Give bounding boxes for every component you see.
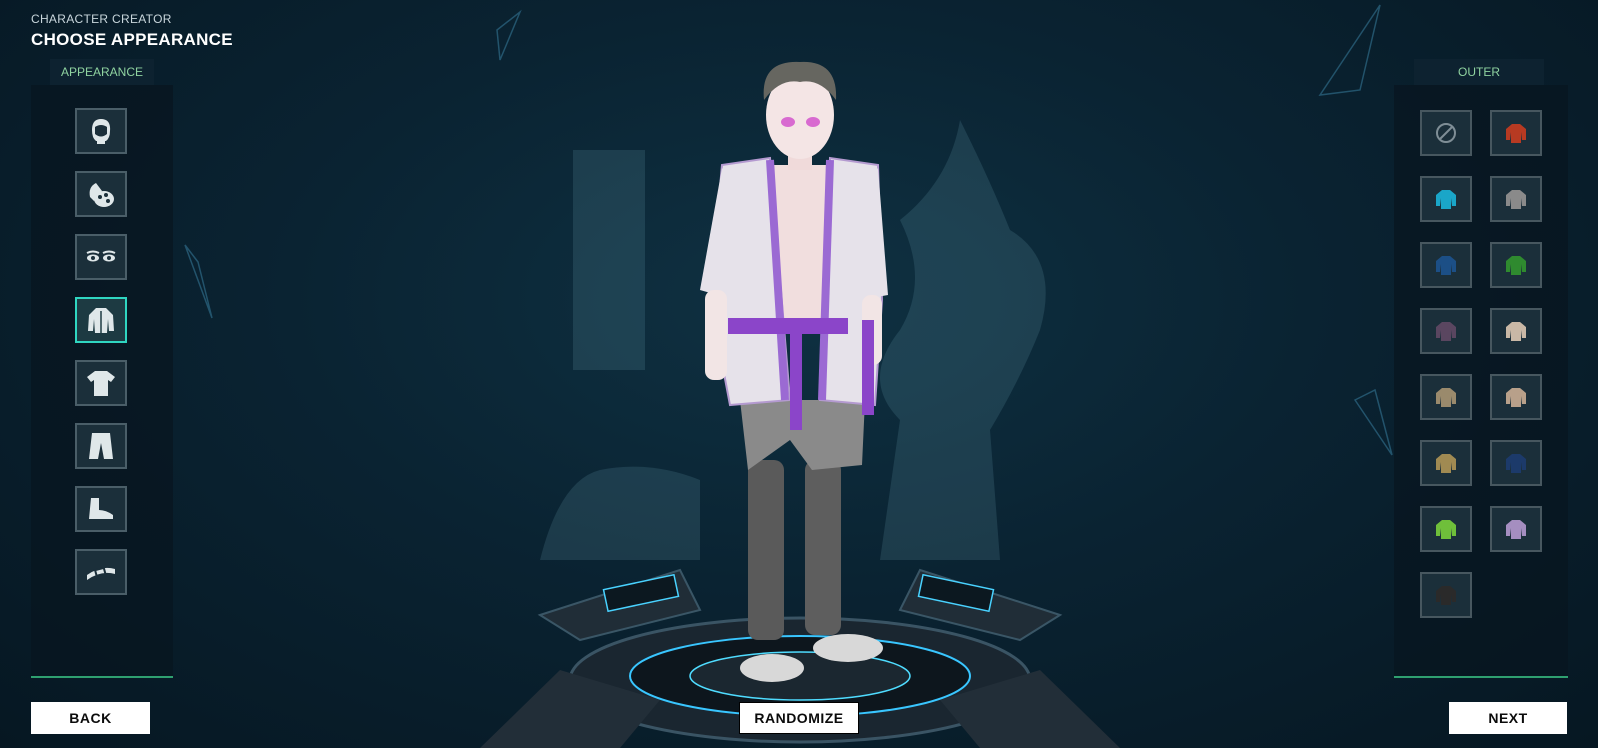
outer-item-slot[interactable] bbox=[1420, 374, 1472, 420]
jacket-icon bbox=[88, 308, 114, 333]
header-subtitle: CHARACTER CREATOR bbox=[31, 12, 172, 26]
outer-item-slot[interactable] bbox=[1420, 506, 1472, 552]
none-icon bbox=[1436, 123, 1456, 143]
head-hair-icon bbox=[92, 119, 111, 144]
jacket-swatch-icon bbox=[1436, 520, 1456, 539]
back-button[interactable]: BACK bbox=[31, 702, 150, 734]
belt-icon bbox=[87, 566, 115, 580]
eyes-icon bbox=[86, 250, 116, 262]
jacket-swatch-icon bbox=[1506, 322, 1526, 341]
category-outer-button[interactable] bbox=[75, 297, 127, 343]
shirt-icon bbox=[87, 371, 115, 396]
skin-palette-icon bbox=[89, 183, 114, 207]
jacket-swatch-icon bbox=[1506, 454, 1526, 473]
header: CHARACTER CREATOR CHOOSE APPEARANCE bbox=[31, 12, 233, 50]
shoes-icon bbox=[89, 498, 113, 519]
outer-tab: OUTER bbox=[1414, 59, 1544, 85]
next-button[interactable]: NEXT bbox=[1449, 702, 1567, 734]
category-belt-button[interactable] bbox=[75, 549, 127, 595]
pants-icon bbox=[89, 433, 113, 459]
outer-item-slot[interactable] bbox=[1490, 242, 1542, 288]
category-skin-button[interactable] bbox=[75, 171, 127, 217]
jacket-swatch-icon bbox=[1436, 388, 1456, 407]
outer-item-slot[interactable] bbox=[1490, 308, 1542, 354]
outer-item-panel bbox=[1394, 85, 1568, 678]
outer-item-slot[interactable] bbox=[1420, 440, 1472, 486]
outer-item-slot[interactable] bbox=[1420, 572, 1472, 618]
category-shoes-button[interactable] bbox=[75, 486, 127, 532]
page-title: CHOOSE APPEARANCE bbox=[31, 30, 233, 49]
character-model bbox=[700, 61, 888, 682]
jacket-swatch-icon bbox=[1436, 586, 1456, 605]
jacket-swatch-icon bbox=[1436, 190, 1456, 209]
jacket-swatch-icon bbox=[1506, 256, 1526, 275]
jacket-swatch-icon bbox=[1436, 322, 1456, 341]
randomize-button[interactable]: RANDOMIZE bbox=[739, 702, 859, 734]
outer-item-slot[interactable] bbox=[1490, 374, 1542, 420]
appearance-tab[interactable]: APPEARANCE bbox=[50, 59, 154, 85]
outer-item-slot[interactable] bbox=[1490, 440, 1542, 486]
jacket-swatch-icon bbox=[1506, 520, 1526, 539]
outer-item-slot[interactable] bbox=[1420, 242, 1472, 288]
outer-item-slot[interactable] bbox=[1490, 176, 1542, 222]
category-shirt-button[interactable] bbox=[75, 360, 127, 406]
jacket-swatch-icon bbox=[1506, 190, 1526, 209]
appearance-category-panel bbox=[31, 85, 173, 678]
jacket-swatch-icon bbox=[1436, 454, 1456, 473]
outer-item-slot[interactable] bbox=[1420, 110, 1472, 156]
jacket-swatch-icon bbox=[1436, 256, 1456, 275]
outer-item-slot[interactable] bbox=[1420, 176, 1472, 222]
category-eyes-button[interactable] bbox=[75, 234, 127, 280]
category-head-button[interactable] bbox=[75, 108, 127, 154]
jacket-swatch-icon bbox=[1506, 388, 1526, 407]
character-scene bbox=[184, 4, 1393, 748]
category-pants-button[interactable] bbox=[75, 423, 127, 469]
outer-item-slot[interactable] bbox=[1490, 110, 1542, 156]
jacket-swatch-icon bbox=[1506, 124, 1526, 143]
outer-item-slot[interactable] bbox=[1490, 506, 1542, 552]
outer-item-slot[interactable] bbox=[1420, 308, 1472, 354]
